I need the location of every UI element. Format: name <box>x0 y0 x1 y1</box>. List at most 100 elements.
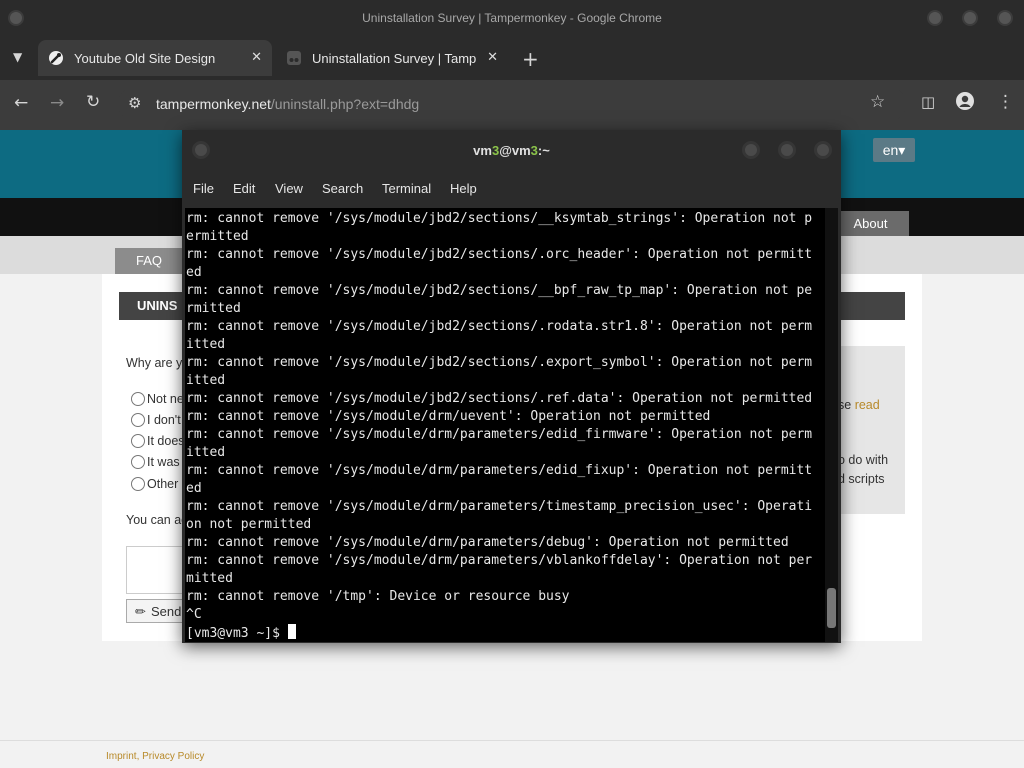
url-text[interactable]: tampermonkey.net/uninstall.php?ext=dhdg <box>156 96 419 112</box>
terminal-line: itted <box>186 445 226 460</box>
tab-label: Youtube Old Site Design <box>74 50 216 66</box>
url-path: /uninstall.php?ext=dhdg <box>270 96 420 112</box>
wrench-favicon-icon <box>48 50 64 66</box>
menu-terminal[interactable]: Terminal <box>382 181 431 196</box>
option-radio[interactable] <box>131 455 145 469</box>
chrome-menu-icon[interactable]: ⋮ <box>997 92 1014 112</box>
bookmark-star-icon[interactable]: ☆ <box>870 92 885 112</box>
browser-toolbar: ← → ↻ ⚙ tampermonkey.net/uninstall.php?e… <box>0 80 1024 130</box>
terminal-line: rm: cannot remove '/sys/module/drm/param… <box>186 427 813 442</box>
menu-search[interactable]: Search <box>322 181 363 196</box>
terminal-cursor <box>287 624 296 639</box>
tab-label: Uninstallation Survey | Tampe <box>312 50 476 66</box>
comment-note: You can ac <box>126 513 188 527</box>
option-radio[interactable] <box>131 392 145 406</box>
back-arrow-icon[interactable]: ← <box>14 93 28 113</box>
option-radio[interactable] <box>131 434 145 448</box>
option-radio[interactable] <box>131 413 145 427</box>
survey-question: Why are y <box>126 356 183 370</box>
reload-icon[interactable]: ↻ <box>86 92 100 112</box>
title-part: vm <box>473 143 492 158</box>
option-radio[interactable] <box>131 477 145 491</box>
maximize-icon[interactable] <box>962 10 978 26</box>
terminal-line: rm: cannot remove '/sys/module/jbd2/sect… <box>186 355 813 370</box>
option-label: Not ne <box>147 392 184 406</box>
side-text: o do with <box>838 453 889 467</box>
terminal-menubar: File Edit View Search Terminal Help <box>182 176 841 202</box>
terminal-output[interactable]: rm: cannot remove '/sys/module/jbd2/sect… <box>185 208 825 642</box>
side-text: se read <box>838 398 880 412</box>
terminal-line: rm: cannot remove '/sys/module/jbd2/sect… <box>186 247 813 262</box>
prompt-text: [vm3@vm3 ~]$ <box>186 626 288 641</box>
option-label: Other <box>147 477 179 491</box>
send-button[interactable]: ✏ Send <box>126 599 186 623</box>
terminal-line: rm: cannot remove '/tmp': Device or reso… <box>186 589 570 604</box>
terminal-line: rm: cannot remove '/sys/module/jbd2/sect… <box>186 211 813 226</box>
profile-avatar-icon[interactable] <box>956 92 974 115</box>
site-info-icon[interactable]: ⚙ <box>128 94 141 112</box>
tab-bar: ▼ Youtube Old Site Design ✕ Uninstallati… <box>0 38 1024 80</box>
footer-links: Imprint, Privacy Policy <box>106 751 205 762</box>
menu-help[interactable]: Help <box>450 181 477 196</box>
tab-youtube-old-site-design[interactable]: Youtube Old Site Design ✕ <box>38 40 272 76</box>
terminal-line: rm: cannot remove '/sys/module/drm/param… <box>186 535 789 550</box>
nav-about[interactable]: About <box>832 211 909 236</box>
side-text: d scripts <box>838 472 885 486</box>
side-panel-icon[interactable]: ◫ <box>921 93 935 111</box>
imprint-link[interactable]: Imprint <box>106 751 137 762</box>
terminal-minimize-icon[interactable] <box>742 141 760 159</box>
terminal-line: rm: cannot remove '/sys/module/jbd2/sect… <box>186 283 813 298</box>
window-title: Uninstallation Survey | Tampermonkey - G… <box>362 11 662 25</box>
forward-arrow-icon[interactable]: → <box>50 93 64 113</box>
terminal-line: rm: cannot remove '/sys/module/jbd2/sect… <box>186 391 813 406</box>
terminal-line: rm: cannot remove '/sys/module/drm/param… <box>186 499 813 514</box>
chrome-titlebar: Uninstallation Survey | Tampermonkey - G… <box>0 0 1024 38</box>
option-label: It does <box>147 434 185 448</box>
terminal-lines: rm: cannot remove '/sys/module/jbd2/sect… <box>186 210 812 642</box>
tab-uninstallation-survey[interactable]: Uninstallation Survey | Tampe ✕ <box>276 40 512 76</box>
scrollbar-thumb[interactable] <box>827 588 836 628</box>
terminal-line: ed <box>186 265 202 280</box>
tab-faq[interactable]: FAQ <box>115 248 183 274</box>
option-label: I don't <box>147 413 181 427</box>
terminal-line: rm: cannot remove '/sys/module/drm/param… <box>186 463 813 478</box>
title-part: @vm <box>499 143 531 158</box>
terminal-line: rm: cannot remove '/sys/module/jbd2/sect… <box>186 319 813 334</box>
language-value: en <box>882 142 899 158</box>
option-label: It was <box>147 455 180 469</box>
close-window-icon[interactable] <box>997 10 1013 26</box>
terminal-line: itted <box>186 337 226 352</box>
new-tab-plus-icon[interactable]: + <box>522 47 539 71</box>
terminal-line: ed <box>186 481 202 496</box>
terminal-line: itted <box>186 373 226 388</box>
send-icon: ✏ <box>135 604 146 619</box>
privacy-policy-link[interactable]: Privacy Policy <box>142 751 204 762</box>
read-link[interactable]: read <box>855 398 880 412</box>
terminal-scrollbar[interactable] <box>825 208 838 642</box>
title-part: 3 <box>530 143 538 158</box>
title-part: :~ <box>537 143 550 158</box>
tab-close-icon[interactable]: ✕ <box>487 49 498 65</box>
terminal-line: rm: cannot remove '/sys/module/drm/param… <box>186 553 813 568</box>
terminal-window: vm3@vm3:~ File Edit View Search Terminal… <box>182 130 841 643</box>
send-label: Send <box>151 604 182 619</box>
language-selector[interactable]: en▾ <box>873 138 915 162</box>
comment-textarea[interactable] <box>126 546 188 594</box>
minimize-icon[interactable] <box>927 10 943 26</box>
terminal-line: rm: cannot remove '/sys/module/drm/ueven… <box>186 409 711 424</box>
terminal-line: on not permitted <box>186 517 312 532</box>
tampermonkey-favicon-icon <box>286 50 302 66</box>
terminal-maximize-icon[interactable] <box>778 141 796 159</box>
tab-close-icon[interactable]: ✕ <box>251 49 262 65</box>
tab-search-chevron-icon[interactable]: ▼ <box>13 50 22 64</box>
terminal-line: rmitted <box>186 301 241 316</box>
menu-view[interactable]: View <box>275 181 303 196</box>
terminal-line: ^C <box>186 607 202 622</box>
terminal-line: mitted <box>186 571 233 586</box>
address-bar[interactable]: ⚙ tampermonkey.net/uninstall.php?ext=dhd… <box>118 86 906 122</box>
menu-edit[interactable]: Edit <box>233 181 255 196</box>
terminal-close-icon[interactable] <box>814 141 832 159</box>
url-host: tampermonkey.net <box>156 96 271 112</box>
menu-file[interactable]: File <box>193 181 214 196</box>
terminal-prompt: [vm3@vm3 ~]$ <box>186 624 812 642</box>
